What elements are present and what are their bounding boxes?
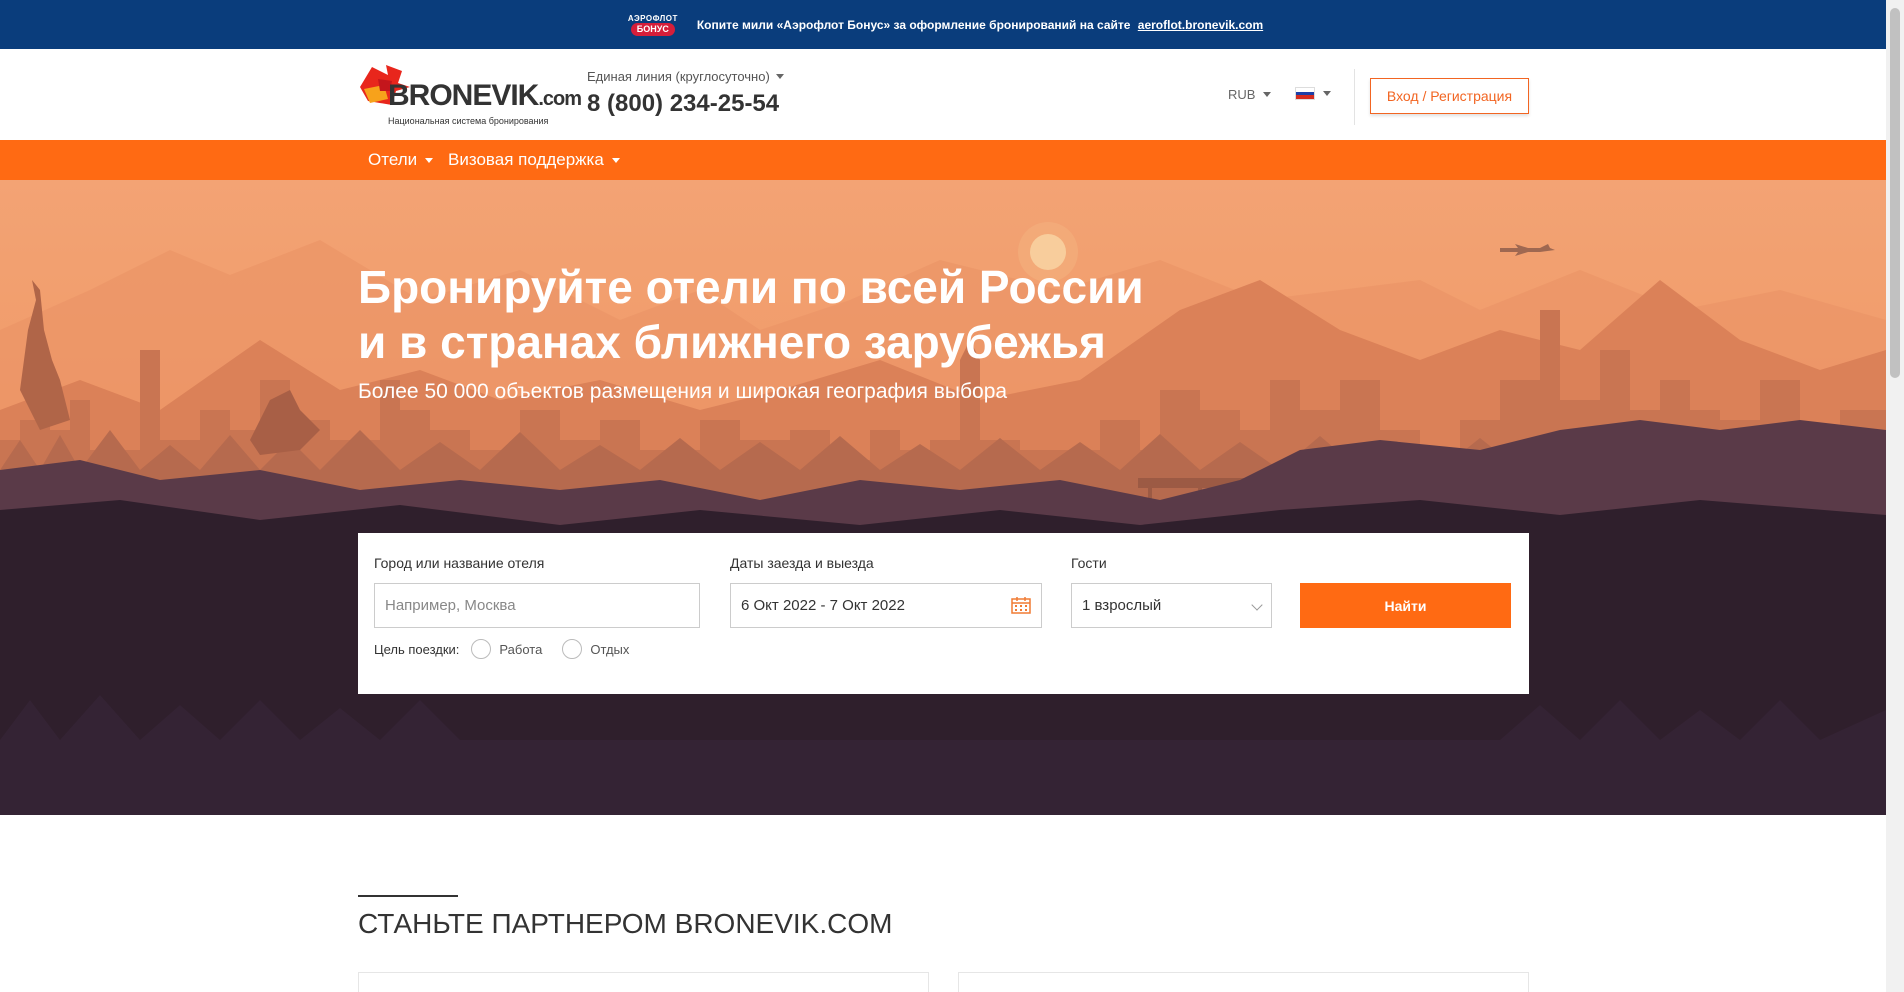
- nav-item-visa-support[interactable]: Визовая поддержка: [448, 140, 620, 180]
- promo-link[interactable]: aeroflot.bronevik.com: [1138, 18, 1263, 32]
- currency-selector[interactable]: RUB: [1228, 87, 1272, 102]
- section-divider: [358, 895, 458, 897]
- dates-label: Даты заезда и выезда: [730, 555, 874, 571]
- bronevik-logo[interactable]: BRONEVIK.com Национальная система бронир…: [358, 59, 582, 129]
- site-header: BRONEVIK.com Национальная система бронир…: [0, 49, 1886, 140]
- nav-item-label: Визовая поддержка: [448, 150, 604, 169]
- guests-select[interactable]: 1 взрослый: [1071, 583, 1272, 628]
- purpose-leisure-radio[interactable]: [562, 639, 583, 659]
- dates-value: 6 Окт 2022 - 7 Окт 2022: [741, 597, 905, 614]
- promo-text: Копите мили «Аэрофлот Бонус» за оформлен…: [696, 17, 1131, 32]
- nav-item-hotels[interactable]: Отели: [368, 140, 434, 180]
- logo-word: BRONEVIK: [388, 79, 539, 112]
- trip-purpose-label: Цель поездки:: [374, 641, 460, 657]
- purpose-work-radio[interactable]: [471, 639, 492, 659]
- logo-tagline: Национальная система бронирования: [388, 116, 549, 126]
- aeroflot-bonus-logo: АЭРОФЛОТ БОНУС: [623, 11, 683, 39]
- caret-down-icon: [1263, 92, 1272, 97]
- phone-number[interactable]: 8 (800) 234-25-54: [587, 90, 784, 118]
- hero-title-line1: Бронируйте отели по всей России: [358, 261, 1144, 313]
- scrollbar-thumb[interactable]: [1890, 8, 1900, 378]
- hero-section: Бронируйте отели по всей России и в стра…: [0, 180, 1886, 815]
- partner-section-title: СТАНЬТЕ ПАРТНЕРОМ BRONEVIK.COM: [358, 908, 893, 939]
- city-label: Город или название отеля: [374, 555, 545, 571]
- hotline-label: Единая линия (круглосуточно): [587, 69, 770, 84]
- chevron-down-icon: [1251, 599, 1263, 611]
- header-divider: [1354, 69, 1355, 125]
- caret-down-icon: [775, 74, 784, 79]
- promo-banner: АЭРОФЛОТ БОНУС Копите мили «Аэрофлот Бон…: [0, 0, 1886, 49]
- partner-card: [358, 972, 929, 992]
- hotel-search-form: Город или название отеля Даты заезда и в…: [358, 533, 1529, 694]
- city-input[interactable]: [374, 583, 700, 628]
- hotline-block: Единая линия (круглосуточно) 8 (800) 234…: [587, 69, 784, 118]
- hero-title-line2: и в странах ближнего зарубежья: [358, 316, 1106, 368]
- caret-down-icon: [1323, 91, 1331, 96]
- language-selector[interactable]: [1295, 87, 1331, 100]
- russia-flag-icon: [1295, 87, 1315, 100]
- dates-field[interactable]: 6 Окт 2022 - 7 Окт 2022: [730, 583, 1042, 628]
- hotline-dropdown[interactable]: Единая линия (круглосуточно): [587, 69, 784, 84]
- currency-label: RUB: [1228, 87, 1256, 102]
- nav-item-label: Отели: [368, 150, 418, 169]
- guests-label: Гости: [1071, 555, 1107, 571]
- logo-dotcom: .com: [538, 88, 582, 110]
- find-button[interactable]: Найти: [1300, 583, 1511, 628]
- calendar-icon: [1011, 597, 1031, 614]
- hero-subtitle: Более 50 000 объектов размещения и широк…: [358, 380, 1008, 403]
- promo-text-container: Копите мили «Аэрофлот Бонус» за оформлен…: [697, 18, 1263, 32]
- logo-wordmark: BRONEVIK.com: [388, 79, 582, 113]
- aeroflot-logo-text: АЭРОФЛОТ: [627, 13, 678, 23]
- purpose-leisure-label[interactable]: Отдых: [590, 642, 629, 657]
- partner-card: [958, 972, 1529, 992]
- purpose-work-label[interactable]: Работа: [499, 642, 542, 657]
- guests-value: 1 взрослый: [1082, 597, 1162, 614]
- hero-title: Бронируйте отели по всей России и в стра…: [358, 260, 1144, 370]
- login-register-button[interactable]: Вход / Регистрация: [1370, 78, 1529, 114]
- page: АЭРОФЛОТ БОНУС Копите мили «Аэрофлот Бон…: [0, 0, 1904, 992]
- page-scrollbar[interactable]: [1886, 0, 1904, 992]
- trip-purpose: Цель поездки: Работа Отдых: [374, 639, 637, 659]
- caret-down-icon: [425, 157, 434, 163]
- bonus-logo-text: БОНУС: [630, 22, 675, 36]
- main-nav: Отели Визовая поддержка: [0, 140, 1886, 180]
- caret-down-icon: [611, 157, 620, 163]
